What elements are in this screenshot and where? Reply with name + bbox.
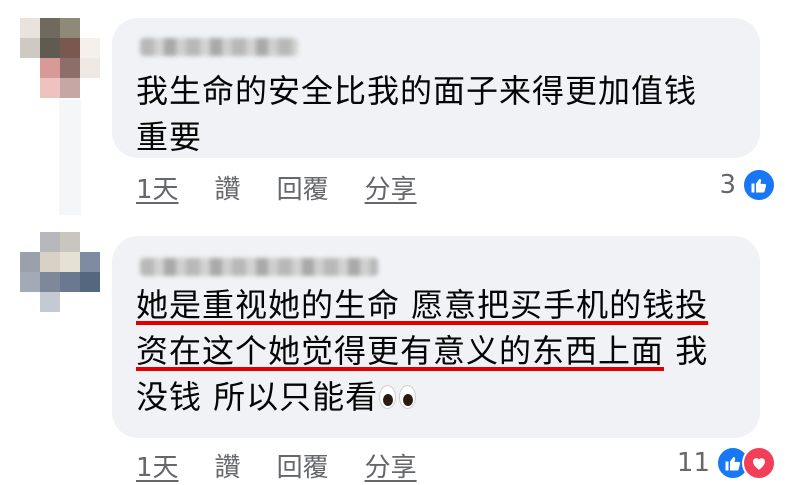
like-icon: [742, 168, 776, 202]
avatar[interactable]: [20, 232, 100, 312]
share-button[interactable]: 分享: [365, 169, 417, 206]
comment-actions: 1天 讚 回覆 分享: [136, 167, 453, 207]
like-button[interactable]: 讚: [215, 169, 241, 206]
comment-bubble: 她是重视她的生命 愿意把买手机的钱投 资在这个她觉得更有意义的东西上面 我 没钱…: [112, 236, 760, 438]
timestamp-link[interactable]: 1天: [136, 447, 179, 484]
comment-bubble: 我生命的安全比我的面子来得更加值钱 重要: [112, 18, 760, 158]
highlighted-text: 她是重视她的生命 愿意把买手机的钱投: [136, 286, 709, 324]
love-icon: [742, 446, 776, 480]
reaction-count: 3: [719, 170, 736, 200]
reply-button[interactable]: 回覆: [277, 169, 329, 206]
timestamp-link[interactable]: 1天: [136, 169, 179, 206]
reply-button[interactable]: 回覆: [277, 447, 329, 484]
commenter-name[interactable]: [140, 258, 378, 276]
comment-actions: 1天 讚 回覆 分享: [136, 445, 453, 485]
highlighted-text: 资在这个她觉得更有意义的东西上面: [136, 332, 665, 370]
comment-text: 我生命的安全比我的面子来得更加值钱 重要: [136, 72, 698, 156]
eyes-emoji: [378, 382, 418, 412]
like-button[interactable]: 讚: [215, 447, 241, 484]
share-button[interactable]: 分享: [365, 447, 417, 484]
avatar[interactable]: [20, 18, 100, 98]
reaction-summary[interactable]: 11: [677, 446, 776, 480]
thread-line: [59, 100, 81, 215]
commenter-name[interactable]: [140, 38, 298, 56]
reaction-summary[interactable]: 3: [719, 168, 776, 202]
reaction-count: 11: [676, 448, 710, 478]
comment-text: 她是重视她的生命 愿意把买手机的钱投 资在这个她觉得更有意义的东西上面 我 没钱…: [136, 286, 709, 416]
